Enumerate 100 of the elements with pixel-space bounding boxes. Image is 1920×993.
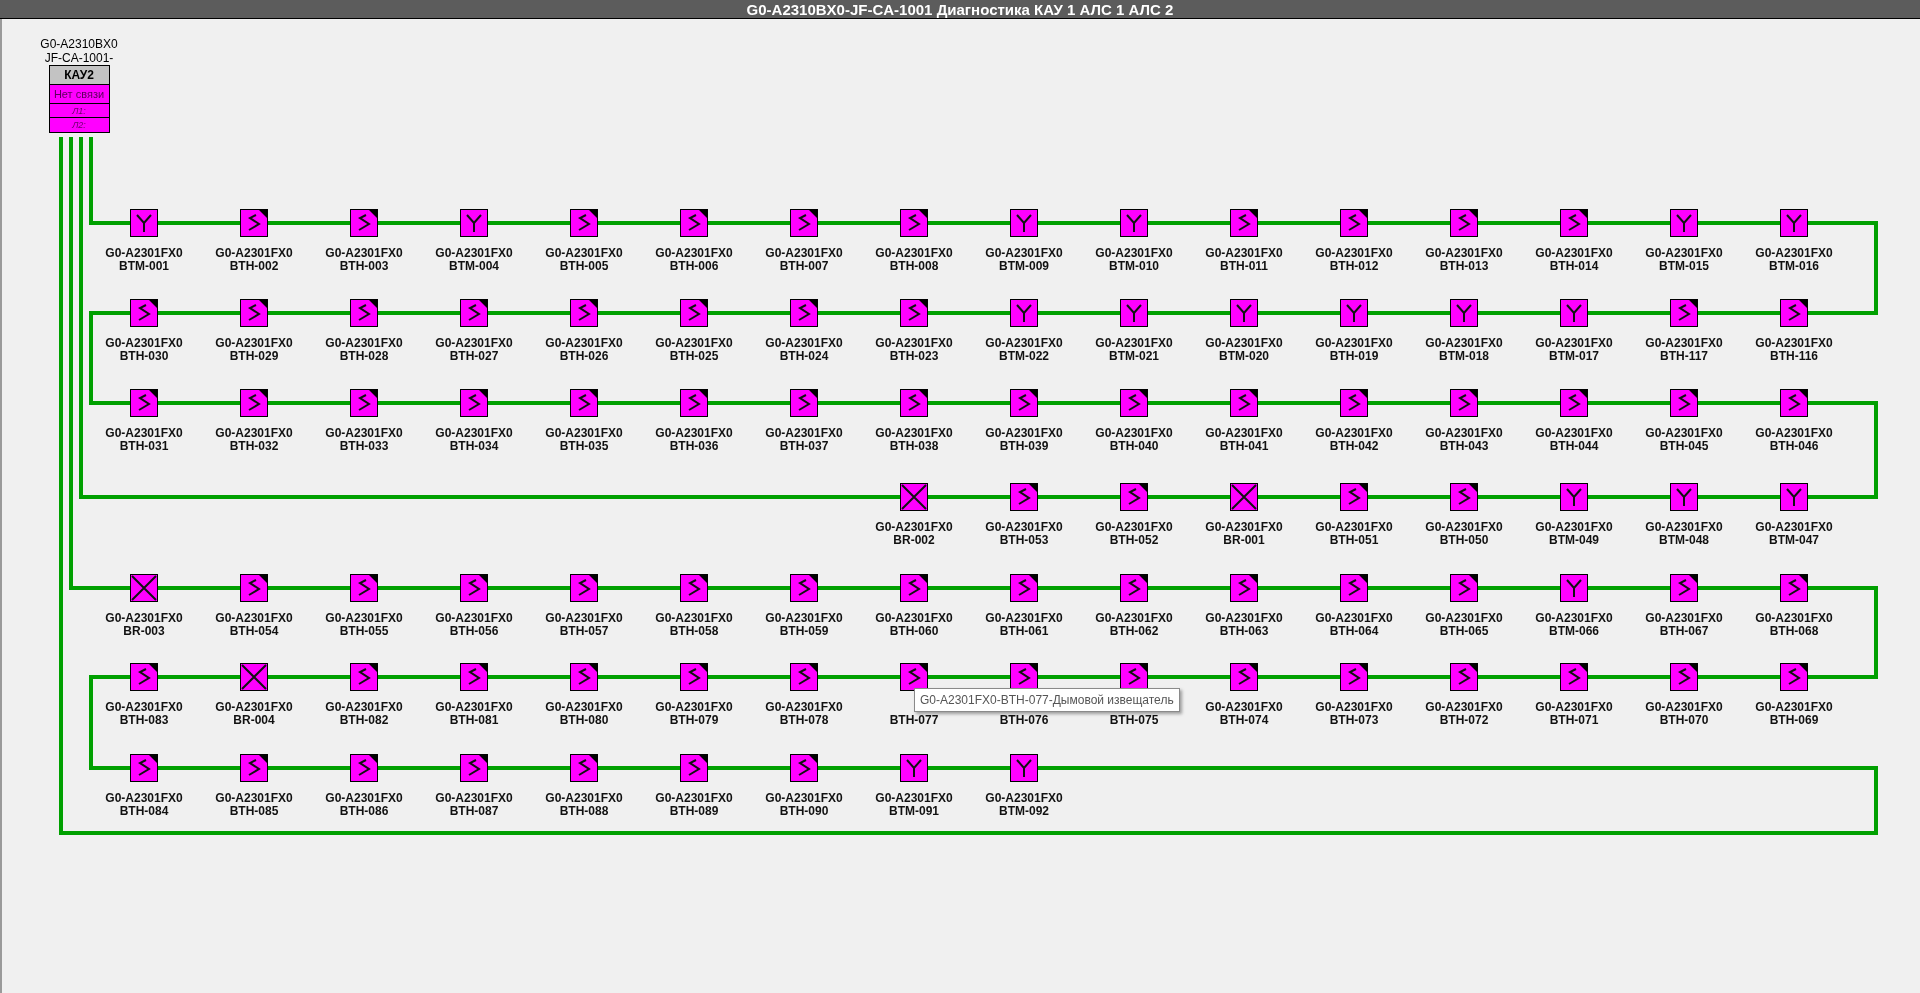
zigzag-icon[interactable] (1011, 390, 1037, 416)
zigzag-icon[interactable] (681, 390, 707, 416)
zigzag-icon[interactable] (351, 755, 377, 781)
zigzag-icon[interactable] (1781, 300, 1807, 326)
zigzag-icon[interactable] (901, 575, 927, 601)
fork-icon[interactable] (1121, 300, 1147, 326)
zigzag-icon[interactable] (901, 390, 927, 416)
fork-icon[interactable] (1011, 300, 1037, 326)
zigzag-icon[interactable] (791, 210, 817, 236)
zigzag-icon[interactable] (1011, 484, 1037, 510)
zigzag-icon[interactable] (571, 664, 597, 690)
zigzag-icon[interactable] (1451, 484, 1477, 510)
cross-icon[interactable] (241, 664, 267, 690)
zigzag-icon[interactable] (901, 210, 927, 236)
zigzag-icon[interactable] (1561, 664, 1587, 690)
fork-icon[interactable] (1011, 755, 1037, 781)
zigzag-icon[interactable] (461, 755, 487, 781)
fork-icon[interactable] (1781, 210, 1807, 236)
fork-icon[interactable] (1671, 484, 1697, 510)
zigzag-icon[interactable] (681, 755, 707, 781)
controller-name: КАУ2 (49, 66, 109, 85)
fork-icon[interactable] (1121, 210, 1147, 236)
zigzag-icon[interactable] (1341, 664, 1367, 690)
zigzag-icon[interactable] (1341, 484, 1367, 510)
fork-icon[interactable] (1341, 300, 1367, 326)
zigzag-icon[interactable] (1451, 390, 1477, 416)
fork-icon[interactable] (1451, 300, 1477, 326)
zigzag-icon[interactable] (571, 575, 597, 601)
device-code-label: G0-A2301FX0 (1535, 247, 1613, 260)
zigzag-icon[interactable] (1231, 664, 1257, 690)
zigzag-icon[interactable] (1121, 575, 1147, 601)
fork-icon[interactable] (1561, 575, 1587, 601)
cross-icon[interactable] (901, 484, 927, 510)
zigzag-icon[interactable] (681, 664, 707, 690)
zigzag-icon[interactable] (1671, 664, 1697, 690)
fork-icon[interactable] (1561, 484, 1587, 510)
zigzag-icon[interactable] (901, 300, 927, 326)
zigzag-icon[interactable] (901, 664, 927, 690)
zigzag-icon[interactable] (1451, 664, 1477, 690)
zigzag-icon[interactable] (351, 575, 377, 601)
zigzag-icon[interactable] (351, 664, 377, 690)
zigzag-icon[interactable] (461, 575, 487, 601)
zigzag-icon[interactable] (681, 210, 707, 236)
zigzag-icon[interactable] (241, 390, 267, 416)
zigzag-icon[interactable] (131, 755, 157, 781)
zigzag-icon[interactable] (791, 664, 817, 690)
cross-icon[interactable] (131, 575, 157, 601)
zigzag-icon[interactable] (1121, 484, 1147, 510)
fork-icon[interactable] (1671, 210, 1697, 236)
zigzag-icon[interactable] (571, 300, 597, 326)
zigzag-icon[interactable] (351, 300, 377, 326)
fork-icon[interactable] (461, 210, 487, 236)
zigzag-icon[interactable] (791, 300, 817, 326)
zigzag-icon[interactable] (1121, 664, 1147, 690)
zigzag-icon[interactable] (131, 390, 157, 416)
zigzag-icon[interactable] (1231, 390, 1257, 416)
zigzag-icon[interactable] (1341, 210, 1367, 236)
zigzag-icon[interactable] (791, 575, 817, 601)
zigzag-icon[interactable] (1451, 575, 1477, 601)
zigzag-icon[interactable] (791, 755, 817, 781)
zigzag-icon[interactable] (681, 300, 707, 326)
zigzag-icon[interactable] (571, 210, 597, 236)
zigzag-icon[interactable] (241, 755, 267, 781)
cross-icon[interactable] (1231, 484, 1257, 510)
zigzag-icon[interactable] (241, 300, 267, 326)
zigzag-icon[interactable] (1561, 390, 1587, 416)
zigzag-icon[interactable] (571, 390, 597, 416)
zigzag-icon[interactable] (681, 575, 707, 601)
zigzag-icon[interactable] (1781, 390, 1807, 416)
zigzag-icon[interactable] (241, 575, 267, 601)
zigzag-icon[interactable] (1011, 575, 1037, 601)
zigzag-icon[interactable] (1671, 390, 1697, 416)
zigzag-icon[interactable] (1781, 575, 1807, 601)
zigzag-icon[interactable] (1451, 210, 1477, 236)
zigzag-icon[interactable] (131, 664, 157, 690)
zigzag-icon[interactable] (791, 390, 817, 416)
fork-icon[interactable] (131, 210, 157, 236)
zigzag-icon[interactable] (1781, 664, 1807, 690)
zigzag-icon[interactable] (1671, 300, 1697, 326)
zigzag-icon[interactable] (1011, 664, 1037, 690)
zigzag-icon[interactable] (571, 755, 597, 781)
zigzag-icon[interactable] (1341, 575, 1367, 601)
zigzag-icon[interactable] (461, 664, 487, 690)
zigzag-icon[interactable] (131, 300, 157, 326)
zigzag-icon[interactable] (241, 210, 267, 236)
zigzag-icon[interactable] (1121, 390, 1147, 416)
zigzag-icon[interactable] (1341, 390, 1367, 416)
zigzag-icon[interactable] (1671, 575, 1697, 601)
zigzag-icon[interactable] (461, 300, 487, 326)
zigzag-icon[interactable] (351, 390, 377, 416)
zigzag-icon[interactable] (1561, 210, 1587, 236)
zigzag-icon[interactable] (351, 210, 377, 236)
zigzag-icon[interactable] (1231, 575, 1257, 601)
fork-icon[interactable] (1561, 300, 1587, 326)
zigzag-icon[interactable] (461, 390, 487, 416)
fork-icon[interactable] (1781, 484, 1807, 510)
fork-icon[interactable] (1231, 300, 1257, 326)
fork-icon[interactable] (901, 755, 927, 781)
zigzag-icon[interactable] (1231, 210, 1257, 236)
fork-icon[interactable] (1011, 210, 1037, 236)
